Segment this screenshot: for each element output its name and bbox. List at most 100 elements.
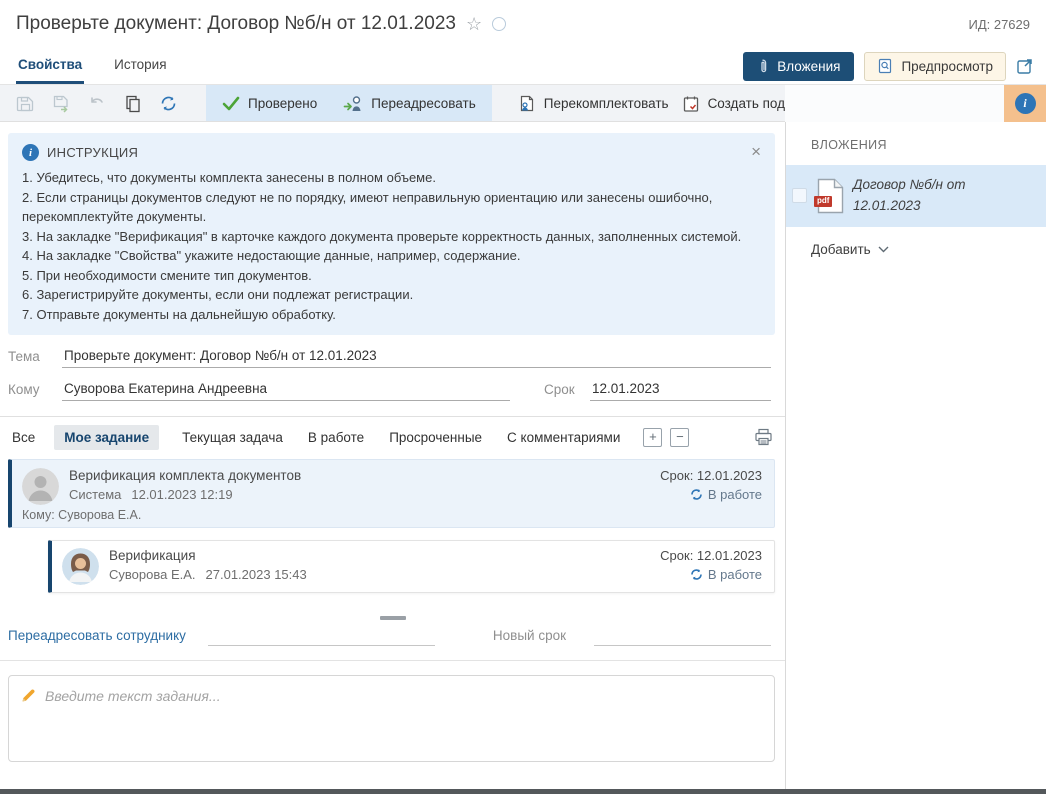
instruction-line: 5. При необходимости смените тип докумен… <box>22 266 761 286</box>
instruction-line: 1. Убедитесь, что документы комплекта за… <box>22 168 761 188</box>
undo-button[interactable] <box>86 92 109 115</box>
filter-with-comments[interactable]: С комментариями <box>505 425 622 450</box>
save-and-close-icon <box>52 94 71 113</box>
task-item[interactable]: Верификация Суворова Е.А. 27.01.2023 15:… <box>48 540 775 593</box>
instruction-line: 7. Отправьте документы на дальнейшую обр… <box>22 305 761 325</box>
save-button[interactable] <box>14 92 37 115</box>
subject-label: Тема <box>8 349 62 368</box>
refresh-button[interactable] <box>157 92 180 115</box>
attachments-panel: ВЛОЖЕНИЯ pdf Договор №б/н от 12.01.2023 … <box>785 122 1046 789</box>
printer-icon <box>754 428 773 446</box>
tab-history[interactable]: История <box>112 48 168 84</box>
tab-properties[interactable]: Свойства <box>16 48 84 84</box>
task-item-info: Верификация Суворова Е.А. 27.01.2023 15:… <box>109 548 307 582</box>
task-item-top: Верификация Суворова Е.А. 27.01.2023 15:… <box>62 548 762 585</box>
filter-overdue[interactable]: Просроченные <box>387 425 484 450</box>
task-title: Верификация <box>109 548 307 563</box>
instruction-line: 3. На закладке "Верификация" в карточке … <box>22 227 761 247</box>
read-marker-icon[interactable] <box>492 17 506 31</box>
redirect-row: Переадресовать сотруднику Новый срок <box>0 624 785 661</box>
add-attachment-label: Добавить <box>811 242 871 257</box>
forward-person-icon <box>343 95 363 112</box>
document-id: ИД: 27629 <box>968 17 1030 32</box>
redirect-employee-link[interactable]: Переадресовать сотруднику <box>8 628 186 646</box>
splitter-handle[interactable] <box>0 616 785 624</box>
redirect-employee-input[interactable] <box>208 626 435 646</box>
task-fields: Тема Проверьте документ: Договор №б/н от… <box>0 348 785 401</box>
toolbar: Проверено Переадресовать Перекомплектова… <box>0 85 785 122</box>
verified-button-label: Проверено <box>248 96 317 111</box>
deadline-field[interactable]: 12.01.2023 <box>590 381 771 401</box>
print-button[interactable] <box>754 428 773 446</box>
verified-button[interactable]: Проверено <box>222 96 317 111</box>
task-item-right: Срок: 12.01.2023 В работе <box>660 548 762 582</box>
task-item-info: Верификация комплекта документов Система… <box>69 468 301 502</box>
add-attachment-button[interactable]: Добавить <box>811 242 889 257</box>
task-text-input[interactable]: Введите текст задания... <box>8 675 775 762</box>
splitter-grip <box>380 616 406 620</box>
collapse-all-button[interactable]: − <box>670 428 689 447</box>
forward-button-label: Переадресовать <box>371 96 476 111</box>
task-text-placeholder: Введите текст задания... <box>45 688 221 704</box>
preview-doc-icon <box>877 58 893 74</box>
subject-field[interactable]: Проверьте документ: Договор №б/н от 12.0… <box>62 348 771 368</box>
page-title: Проверьте документ: Договор №б/н от 12.0… <box>16 13 456 35</box>
recomplete-button-label: Перекомплектовать <box>544 96 669 111</box>
expand-all-button[interactable]: + <box>643 428 662 447</box>
attachments-button[interactable]: Вложения <box>743 52 854 81</box>
deadline-label: Срок <box>544 382 586 401</box>
save-and-close-button[interactable] <box>50 92 73 115</box>
assignee-field[interactable]: Суворова Екатерина Андреевна <box>62 381 510 401</box>
bottom-scrollbar[interactable] <box>0 789 1046 794</box>
close-icon[interactable]: × <box>751 143 761 160</box>
forward-button[interactable]: Переадресовать <box>343 95 476 112</box>
task-status: В работе <box>660 487 762 502</box>
task-title: Верификация комплекта документов <box>69 468 301 483</box>
task-item-top: Верификация комплекта документов Система… <box>22 468 762 505</box>
task-status-label: В работе <box>708 567 762 582</box>
pencil-icon <box>21 688 36 703</box>
task-status: В работе <box>660 567 762 582</box>
avatar <box>22 468 59 505</box>
filter-in-progress[interactable]: В работе <box>306 425 366 450</box>
pdf-file-icon: pdf <box>815 178 845 214</box>
assignee-label: Кому <box>8 382 62 401</box>
paperclip-icon <box>757 59 769 74</box>
favorite-star-icon[interactable]: ☆ <box>466 14 482 35</box>
filter-all[interactable]: Все <box>10 425 37 450</box>
task-item-right: Срок: 12.01.2023 В работе <box>660 468 762 502</box>
attachment-checkbox[interactable] <box>792 188 807 203</box>
task-history-section: Все Мое задание Текущая задача В работе … <box>0 416 785 624</box>
preview-button[interactable]: Предпросмотр <box>864 52 1006 81</box>
instruction-panel: i ИНСТРУКЦИЯ × 1. Убедитесь, что докумен… <box>8 133 775 335</box>
instruction-header: i ИНСТРУКЦИЯ <box>22 144 761 161</box>
attachment-item[interactable]: pdf Договор №б/н от 12.01.2023 <box>786 165 1046 227</box>
new-deadline-input[interactable] <box>594 626 771 646</box>
info-icon: i <box>1015 93 1036 114</box>
assignee-row: Кому Суворова Екатерина Андреевна Срок 1… <box>8 381 771 401</box>
task-datetime: 27.01.2023 15:43 <box>206 567 307 582</box>
main-content: i ИНСТРУКЦИЯ × 1. Убедитесь, что докумен… <box>0 122 785 789</box>
filter-current-task[interactable]: Текущая задача <box>180 425 285 450</box>
task-status-label: В работе <box>708 487 762 502</box>
instruction-title: ИНСТРУКЦИЯ <box>47 145 138 160</box>
task-deadline: Срок: 12.01.2023 <box>660 548 762 563</box>
instruction-line: 6. Зарегистрируйте документы, если они п… <box>22 285 761 305</box>
instruction-line: 4. На закладке "Свойства" укажите недост… <box>22 246 761 266</box>
save-icon <box>16 94 35 113</box>
header: Проверьте документ: Договор №б/н от 12.0… <box>0 0 1046 48</box>
task-item[interactable]: Верификация комплекта документов Система… <box>8 459 775 528</box>
recomplete-button[interactable]: Перекомплектовать <box>518 94 669 113</box>
task-datetime: 12.01.2023 12:19 <box>131 487 232 502</box>
filter-my-task[interactable]: Мое задание <box>54 425 159 450</box>
copy-icon <box>124 94 142 113</box>
help-info-button[interactable]: i <box>1004 85 1046 122</box>
tab-bar: Свойства История Вложения Предпросмотр <box>0 48 1046 85</box>
task-meta: Система 12.01.2023 12:19 <box>69 487 301 502</box>
task-assignee: Кому: Суворова Е.А. <box>22 508 762 522</box>
pdf-badge: pdf <box>814 196 832 207</box>
open-in-window-button[interactable] <box>1016 57 1034 75</box>
copy-button[interactable] <box>122 92 144 115</box>
preview-button-label: Предпросмотр <box>901 59 993 74</box>
subtask-calendar-icon <box>682 94 700 113</box>
